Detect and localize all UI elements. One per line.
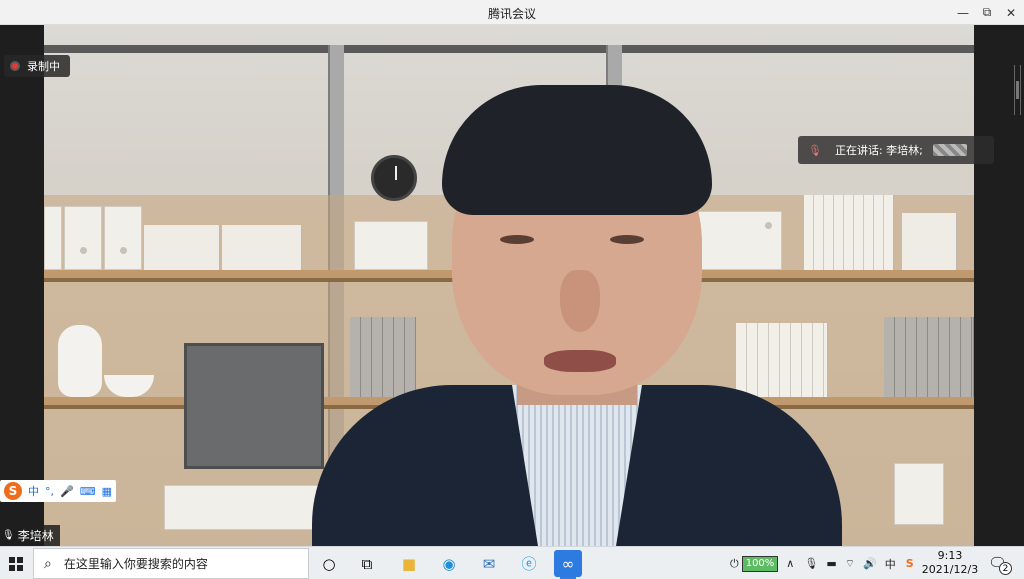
display-icon[interactable]: ▬ <box>826 557 836 570</box>
mail-icon[interactable]: ✉ <box>474 550 504 577</box>
speaking-label: 正在讲话: 李培林; <box>834 144 923 157</box>
clock-time: 9:13 <box>937 549 963 562</box>
close-button[interactable]: ✕ <box>996 0 1024 25</box>
notification-center[interactable]: 🗨 2 <box>988 553 1012 575</box>
window-title: 腾讯会议 <box>487 7 536 21</box>
clock-date: 2021/12/3 <box>921 563 979 576</box>
mic-tray-icon[interactable]: 🎙 <box>804 557 818 570</box>
file-explorer-icon[interactable]: ■ <box>394 550 424 577</box>
notification-count: 2 <box>999 562 1012 575</box>
ime-toolbar[interactable]: S 中 °, 🎤 ⌨ ▦ <box>0 480 116 502</box>
video-left-margin <box>0 25 44 546</box>
tray-expand-icon[interactable]: ∧ <box>786 557 794 570</box>
taskbar: ⌕ 在这里输入你要搜索的内容 ○ ⧉ ■ ◉ ✉ ⓔ ∞ ⏻ 100% ∧ 🎙 … <box>0 546 1024 579</box>
sogou-logo-icon[interactable]: S <box>4 482 22 500</box>
battery-indicator[interactable]: 100% <box>741 555 779 572</box>
cortana-icon[interactable]: ○ <box>314 550 344 577</box>
title-bar: 腾讯会议 — ⧉ ✕ <box>0 0 1024 25</box>
search-icon: ⌕ <box>44 555 52 572</box>
taskbar-search[interactable]: ⌕ 在这里输入你要搜索的内容 <box>33 548 309 579</box>
ime-punct[interactable]: °, <box>45 485 54 498</box>
system-tray: ⏻ 100% ∧ 🎙 ▬ ⌔ 🔊 中 S <box>730 547 914 579</box>
edge-icon[interactable]: ◉ <box>434 550 464 577</box>
participant-name-tag: 🎙 李培林 <box>0 525 60 546</box>
participant-video <box>44 25 974 546</box>
recording-badge[interactable]: 录制中 <box>4 55 70 77</box>
speaking-indicator: 🎙 正在讲话: 李培林; <box>798 136 994 164</box>
task-view-icon[interactable]: ⧉ <box>352 550 382 577</box>
start-button[interactable] <box>0 547 32 579</box>
ime-tray[interactable]: 中 <box>885 556 896 572</box>
microphone-icon[interactable]: 🎤 <box>60 485 74 498</box>
recording-label: 录制中 <box>27 60 60 73</box>
record-icon <box>10 61 20 71</box>
grid-icon[interactable]: ▦ <box>102 485 112 498</box>
ime-mode[interactable]: 中 <box>28 483 39 499</box>
windows-icon <box>9 556 23 571</box>
sogou-tray-icon[interactable]: S <box>906 557 914 570</box>
mic-icon: 🎙 <box>2 530 15 541</box>
keyboard-icon[interactable]: ⌨ <box>80 485 96 498</box>
tencent-meeting-icon[interactable]: ∞ <box>554 550 582 579</box>
search-placeholder: 在这里输入你要搜索的内容 <box>63 557 208 571</box>
wifi-icon[interactable]: ⌔ <box>845 557 855 571</box>
video-right-margin <box>974 25 1024 546</box>
participant-person <box>312 85 842 546</box>
blurred-avatar <box>932 144 967 156</box>
ie-icon[interactable]: ⓔ <box>514 550 544 577</box>
laptop-prop <box>184 343 324 469</box>
power-plug-icon[interactable]: ⏻ <box>730 557 739 571</box>
participant-name: 李培林 <box>17 529 54 543</box>
volume-icon[interactable]: 🔊 <box>863 557 877 570</box>
system-clock[interactable]: 9:13 2021/12/3 <box>920 549 980 577</box>
video-area[interactable]: 录制中 🎙 正在讲话: 李培林; S 中 °, 🎤 ⌨ ▦ 🎙 李培林 <box>0 25 1024 546</box>
side-panel-handle[interactable] <box>1014 65 1021 115</box>
mic-muted-icon: 🎙 <box>808 143 822 157</box>
